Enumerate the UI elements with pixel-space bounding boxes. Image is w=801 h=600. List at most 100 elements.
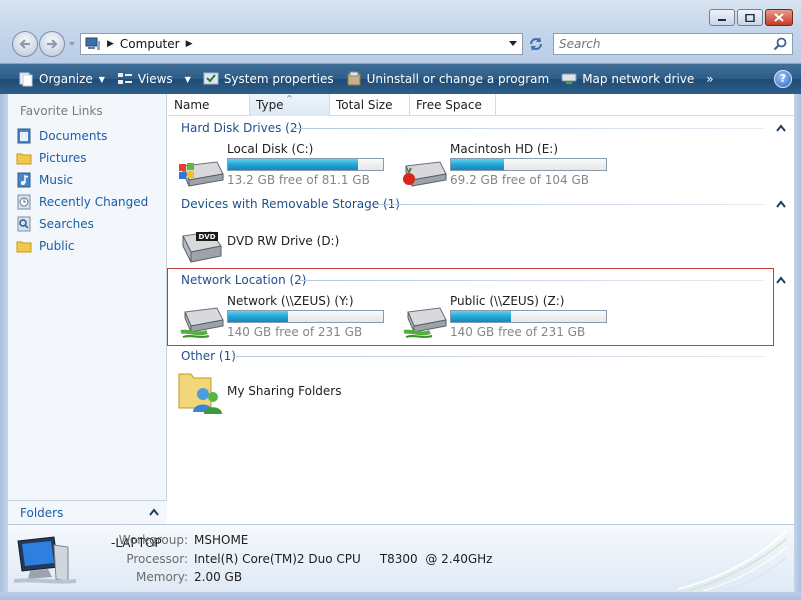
sidebar-item-public[interactable]: Public [16,236,75,256]
column-free-space[interactable]: Free Space [410,94,496,116]
drive-dvd-rw-d[interactable]: DVD DVD RW Drive (D:) [177,218,387,270]
help-icon: ? [779,72,787,85]
uninstall-program-label: Uninstall or change a program [366,72,550,86]
organize-icon [19,72,33,87]
sidebar-item-label: Searches [39,217,94,231]
drive-name: Local Disk (C:) [227,142,314,156]
item-my-sharing-folders[interactable]: My Sharing Folders [177,368,387,420]
navigation-pane: Favorite Links Documents Pictures Music … [8,94,167,524]
search-input[interactable] [554,34,764,54]
drive-name: Macintosh HD (E:) [450,142,559,156]
group-title: Devices with Removable Storage (1) [181,197,400,211]
sidebar-item-pictures[interactable]: Pictures [16,148,87,168]
recently-changed-icon [17,194,31,210]
sidebar-item-label: Music [39,173,74,187]
map-network-drive-label: Map network drive [582,72,695,86]
address-dropdown-icon[interactable] [509,41,517,47]
group-header-hard-disk-drives[interactable]: Hard Disk Drives (2) [181,121,302,135]
search-icon[interactable] [773,37,787,51]
drive-usage-fill [228,159,359,170]
column-type[interactable]: ^ Type [250,94,330,116]
window-frame-right [794,94,801,592]
chevron-up-icon [149,508,159,516]
music-icon [17,172,31,188]
drive-local-disk-c[interactable]: Local Disk (C:) 13.2 GB free of 81.1 GB [177,142,387,194]
collapse-group-icon[interactable] [776,200,786,208]
uninstall-program-icon [347,71,361,86]
system-properties-icon [203,72,219,85]
forward-arrow-icon [47,39,58,49]
group-title: Other (1) [181,349,236,363]
workgroup-row: Workgroup: MSHOME [114,533,249,547]
group-header-removable-storage[interactable]: Devices with Removable Storage (1) [181,197,400,211]
sidebar-item-searches[interactable]: Searches [16,214,94,234]
uninstall-program-button[interactable]: Uninstall or change a program [340,67,556,91]
help-button[interactable]: ? [774,70,792,88]
sidebar-item-label: Recently Changed [39,195,149,209]
sidebar-item-label: Public [39,239,75,253]
column-header: Name ^ Type Total Size Free Space [168,94,794,116]
breadcrumb-separator-icon[interactable]: ▶ [107,39,114,49]
back-arrow-icon [19,39,30,49]
documents-icon [17,128,31,144]
dvd-logo-text: DVD [198,233,215,241]
maximize-icon [745,13,755,22]
sidebar-item-music[interactable]: Music [16,170,73,190]
drive-usage-fill [451,159,504,170]
toolbar-overflow-button[interactable]: » [700,67,719,91]
network-location-highlight [167,268,774,346]
folders-toggle[interactable]: Folders [8,500,167,524]
back-button[interactable] [12,31,38,57]
hard-drive-windows-icon [179,161,224,187]
memory-value: 2.00 GB [194,570,243,584]
group-header-other[interactable]: Other (1) [181,349,236,363]
sort-ascending-icon: ^ [286,94,293,103]
views-label: Views [137,72,173,86]
group-title: Hard Disk Drives (2) [181,121,303,135]
drive-usage-bar [227,158,384,171]
sidebar-item-label: Documents [39,129,108,143]
search-box[interactable] [553,33,793,55]
workgroup-value: MSHOME [194,533,249,547]
maximize-button[interactable] [737,9,763,26]
drive-usage-bar [450,158,607,171]
system-properties-button[interactable]: System properties [197,67,340,91]
searches-icon [17,216,31,232]
organize-button[interactable]: Organize ▼ [12,67,111,91]
window-frame-bottom [0,592,801,600]
breadcrumb-separator-icon[interactable]: ▶ [186,39,193,49]
close-icon [774,13,784,22]
memory-row: Memory: 2.00 GB [114,570,242,584]
sidebar-item-documents[interactable]: Documents [16,126,107,146]
chevron-down-icon: ▼ [98,74,105,84]
collapse-group-icon[interactable] [776,276,786,284]
column-name[interactable]: Name [168,94,250,116]
recent-pages-dropdown-icon[interactable] [68,40,76,48]
dvd-drive-icon: DVD [182,231,222,263]
map-network-drive-button[interactable]: Map network drive [555,67,700,91]
window-controls [709,9,793,26]
views-icon [117,73,132,84]
column-total-size[interactable]: Total Size [330,94,410,116]
views-button[interactable]: Views ▼ [111,67,197,91]
close-button[interactable] [765,9,793,26]
refresh-button[interactable] [525,33,547,55]
forward-button[interactable] [39,31,65,57]
refresh-icon [530,37,542,51]
decorative-swoosh [678,530,787,591]
more-chevrons-icon: » [706,72,714,86]
map-network-drive-icon [561,73,577,84]
favorite-links-heading: Favorite Links [20,104,103,118]
minimize-icon [718,18,726,21]
breadcrumb-computer[interactable]: Computer [120,37,180,51]
computer-large-icon [14,536,76,584]
drive-free-space: 69.2 GB free of 104 GB [450,173,589,187]
minimize-button[interactable] [709,9,735,26]
address-bar[interactable]: ▶ Computer ▶ [80,33,523,55]
hard-drive-apple-icon [403,161,447,187]
group-divider [292,128,764,129]
collapse-group-icon[interactable] [776,124,786,132]
drive-macintosh-hd-e[interactable]: Macintosh HD (E:) 69.2 GB free of 104 GB [400,142,610,194]
sharing-folder-icon [178,373,222,414]
sidebar-item-recently-changed[interactable]: Recently Changed [16,192,148,212]
